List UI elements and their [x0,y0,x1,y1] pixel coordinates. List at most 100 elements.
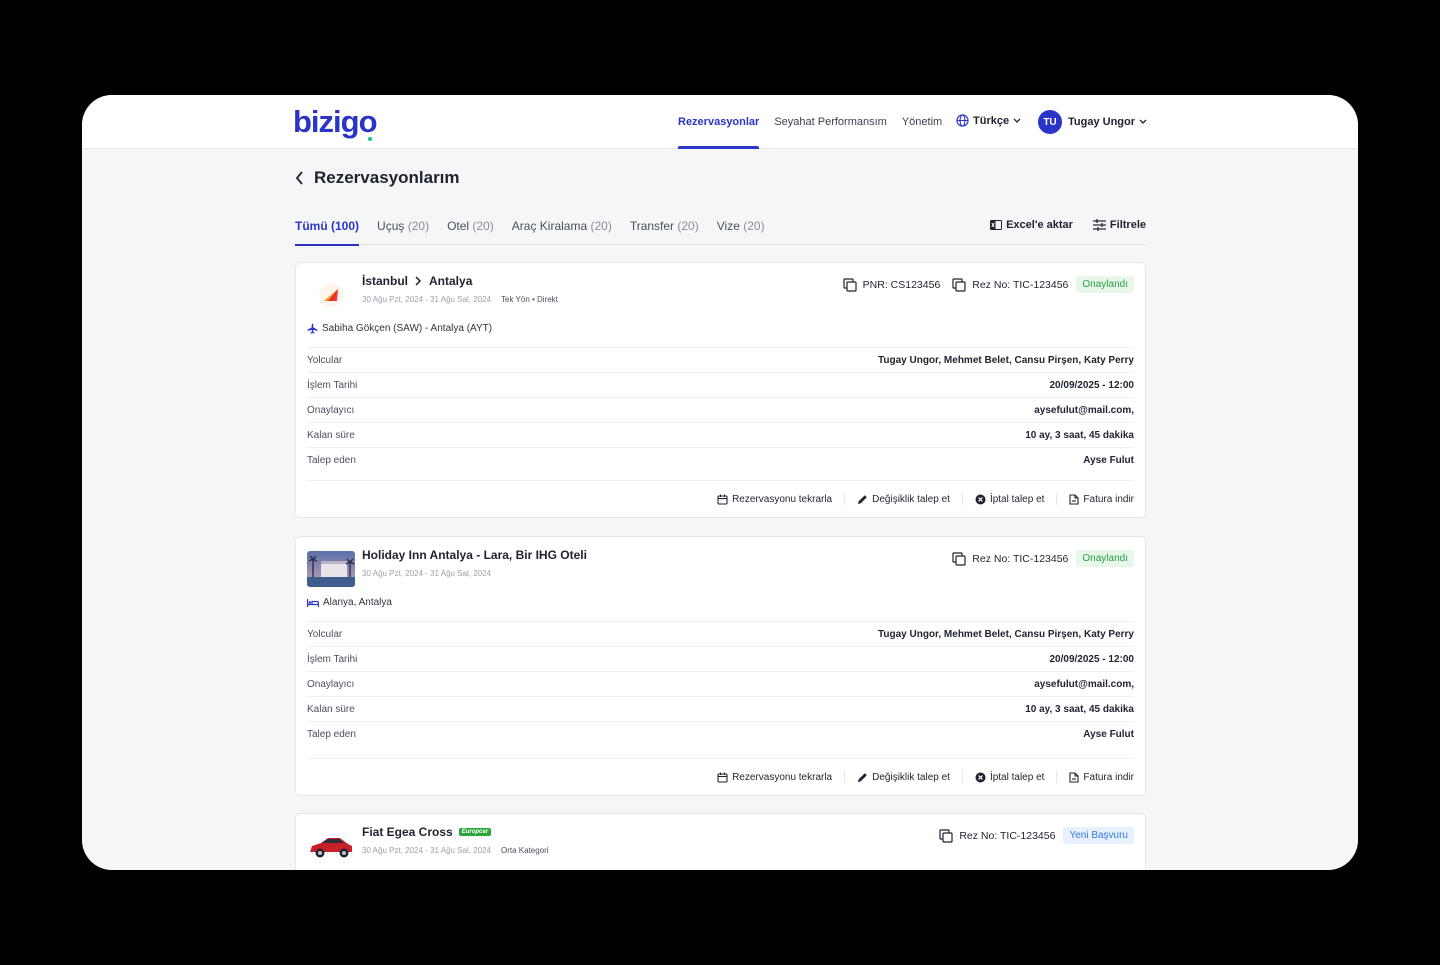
language-selector[interactable]: Türkçe [956,114,1025,127]
chevron-right-icon [415,276,422,286]
excel-icon [990,220,1003,230]
row-value: Ayse Fulut [1083,728,1134,740]
reservation-card-flight[interactable]: İstanbul Antalya 30 Ağu Pzt, 2024 - 31 A… [295,262,1146,518]
row-value: 10 ay, 3 saat, 45 dakika [1025,429,1134,441]
details-table: Yolcular Tugay Ungor, Mehmet Belet, Cansu… [307,347,1134,472]
card-dates: 30 Ağu Pzt, 2024 - 31 Ağu Sal, 2024 Tek Y… [362,295,558,304]
tab-count: (20) [407,219,430,233]
pnr-copy[interactable]: PNR: CS123456 [843,277,941,292]
pnr-value: PNR: CS123456 [862,278,941,291]
card-dates: 30 Ağu Pzt, 2024 - 31 Ağu Sal, 2024 Orta … [362,846,549,855]
rez-no-copy[interactable]: Rez No: TIC-123456 [939,828,1055,843]
download-invoice-button[interactable]: Fatura indir [1056,493,1134,505]
action-label: İptal talep et [989,771,1045,783]
document-icon [1069,771,1079,783]
rez-no-value: Rez No: TIC-123456 [972,552,1069,565]
export-label: Excel'e aktar [1006,219,1073,231]
bizigo-logo[interactable]: bizigo [293,104,378,141]
tab-ucus[interactable]: Uçuş (20) [377,213,429,245]
filter-label: Filtrele [1109,219,1146,231]
table-row: Onaylayıcı aysefulut@mail.com, [307,671,1134,696]
table-row: Kalan süre 10 ay, 3 saat, 45 dakika [307,696,1134,721]
action-label: Rezervasyonu tekrarla [732,771,833,783]
row-label: Yolcular [307,354,343,366]
main-nav: Rezervasyonlar Seyahat Performansım Yöne… [678,95,957,149]
tab-label: Araç Kiralama [511,219,588,233]
back-button[interactable] [295,171,304,185]
date-range: 30 Ağu Pzt, 2024 - 31 Ağu Sal, 2024 [362,295,491,304]
tab-count: (20) [743,219,765,233]
tab-otel[interactable]: Otel (20) [447,213,494,245]
hotel-location: Alanya, Antalya [307,597,392,608]
copy-icon [952,277,966,292]
location-text: Alanya, Antalya [323,597,392,608]
download-invoice-button[interactable]: Fatura indir [1056,771,1134,783]
row-value: 20/09/2025 - 12:00 [1049,653,1134,665]
repeat-reservation-button[interactable]: Rezervasyonu tekrarla [705,771,844,783]
car-model: Fiat Egea Cross [362,825,453,839]
user-menu[interactable]: TU Tugay Ungor [1038,110,1147,134]
chevron-down-icon [1013,118,1021,123]
cancel-circle-icon [975,772,986,782]
card-meta: Rez No: TIC-123456 Onaylandı [940,550,1134,567]
action-label: Değişiklik talep et [872,771,950,783]
export-excel-button[interactable]: Excel'e aktar [990,219,1073,231]
rez-no-copy[interactable]: Rez No: TIC-123456 [952,277,1069,292]
origin-city: İstanbul [362,274,409,288]
language-label: Türkçe [973,114,1010,127]
flight-airports: Sabiha Gökçen (SAW) - Antalya (AYT) [307,323,492,334]
copy-icon [843,277,857,292]
tab-transfer[interactable]: Transfer (20) [630,213,699,245]
nav-yonetim[interactable]: Yönetim [902,95,942,149]
car-title: Fiat Egea Cross Europcar [362,825,492,839]
table-row: Talep eden Ayse Fulut [307,721,1134,746]
page-title-text: Rezervasyonlarım [314,168,460,187]
row-label: Yolcular [307,628,343,640]
avatar: TU [1038,110,1062,134]
tab-tumu[interactable]: Tümü (100) [295,213,360,246]
row-value: aysefulut@mail.com, [1034,678,1134,690]
nav-rezervasyonlar[interactable]: Rezervasyonlar [678,95,760,149]
request-cancel-button[interactable]: İptal talep et [961,771,1056,783]
category-tabs: Tümü (100) Uçuş (20) Otel (20) Araç Kira… [295,213,1146,246]
top-navbar: bizigo Rezervasyonlar Seyahat Performans… [82,95,1358,149]
tab-label: Otel [447,219,470,233]
copy-icon [939,828,953,843]
card-actions: Rezervasyonu tekrarla Değişiklik talep e… [307,480,1134,517]
nav-seyahat-performansim[interactable]: Seyahat Performansım [774,95,887,149]
repeat-reservation-button[interactable]: Rezervasyonu tekrarla [705,493,844,505]
status-badge: Yeni Başvuru [1063,827,1134,844]
card-header: Holiday Inn Antalya - Lara, Bir IHG Otel… [307,547,1134,587]
reservation-card-hotel[interactable]: Holiday Inn Antalya - Lara, Bir IHG Otel… [295,536,1146,796]
cancel-circle-icon [975,494,986,504]
status-badge: Onaylandı [1076,276,1134,293]
request-change-button[interactable]: Değişiklik talep et [844,771,962,783]
reservation-card-car[interactable]: Fiat Egea Cross Europcar 30 Ağu Pzt, 202… [295,813,1146,870]
rez-no-value: Rez No: TIC-123456 [972,278,1069,291]
tab-label: Vize [716,219,740,233]
card-header: İstanbul Antalya 30 Ağu Pzt, 2024 - 31 A… [307,273,1134,313]
airports-text: Sabiha Gökçen (SAW) - Antalya (AYT) [322,323,493,334]
app-window: bizigo Rezervasyonlar Seyahat Performans… [82,95,1358,870]
rez-no-copy[interactable]: Rez No: TIC-123456 [952,551,1069,566]
car-category: Orta Kategori [501,846,549,855]
action-label: Fatura indir [1083,771,1134,783]
request-change-button[interactable]: Değişiklik talep et [844,493,962,505]
card-header: Fiat Egea Cross Europcar 30 Ağu Pzt, 202… [307,824,1134,864]
filter-sliders-icon [1092,219,1106,231]
card-meta: PNR: CS123456 Rez No: TIC-123456 Onaylan… [831,276,1134,293]
airline-logo [307,277,355,313]
tab-vize[interactable]: Vize (20) [717,213,765,245]
tab-arac-kiralama[interactable]: Araç Kiralama (20) [512,213,612,245]
tab-label: Tümü [295,219,328,233]
row-value: Tugay Ungor, Mehmet Belet, Cansu Pirşen,… [878,628,1134,640]
action-label: Değişiklik talep et [872,493,950,505]
filter-button[interactable]: Filtrele [1092,219,1146,231]
document-icon [1069,493,1079,505]
globe-icon [956,114,969,127]
request-cancel-button[interactable]: İptal talep et [961,493,1056,505]
vendor-logo: Europcar [458,828,492,836]
tab-count: (20) [472,219,494,233]
hotel-photo [307,551,355,587]
table-row: Kalan süre 10 ay, 3 saat, 45 dakika [307,422,1134,447]
